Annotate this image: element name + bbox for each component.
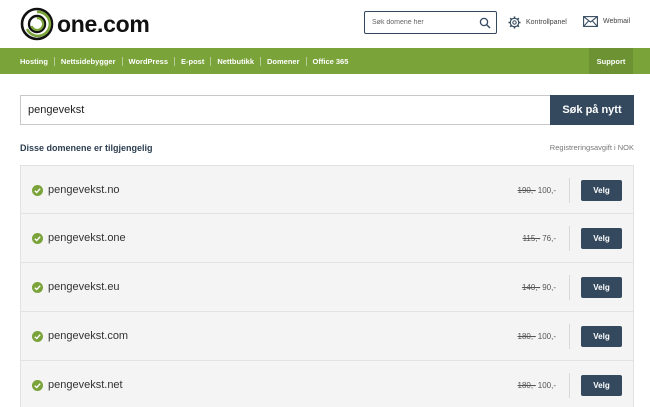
domain-name: pengevekst.net — [48, 379, 123, 391]
select-domain-button[interactable]: Velg — [581, 326, 622, 347]
old-price: 140,- — [521, 283, 541, 292]
logo-swirl-icon — [20, 7, 54, 41]
select-domain-button[interactable]: Velg — [581, 375, 622, 396]
webmail-label: Webmail — [603, 18, 631, 25]
nav-item-support[interactable]: Support — [589, 48, 633, 74]
domain-price: 180,- 100,- — [518, 332, 556, 341]
domain-search-bar: Søk på nytt — [20, 95, 634, 125]
available-check-icon — [32, 331, 43, 342]
domain-results-list: pengevekst.no 190,- 100,- Velg pengevekst… — [20, 165, 634, 407]
one-com-logo[interactable]: one.com — [20, 7, 150, 41]
domain-name: pengevekst.eu — [48, 281, 120, 293]
row-divider — [569, 373, 570, 398]
current-price: 100,- — [537, 332, 556, 341]
nav-item-office-365[interactable]: Office 365 — [305, 56, 355, 66]
row-divider — [569, 324, 570, 349]
search-again-button[interactable]: Søk på nytt — [550, 95, 634, 125]
logo-text: one.com — [57, 10, 150, 37]
old-price: 115,- — [522, 234, 541, 243]
row-divider — [569, 275, 570, 300]
domain-price: 140,- 90,- — [522, 283, 556, 292]
domain-price: 115,- 76,- — [523, 234, 556, 243]
registration-fee-note: Registreringsavgift i NOK — [549, 143, 634, 152]
nav-item-nettbutikk[interactable]: Nettbutikk — [210, 56, 260, 66]
nav-item-hosting[interactable]: Hosting — [20, 57, 54, 66]
header-search — [364, 11, 497, 34]
select-domain-button[interactable]: Velg — [581, 277, 622, 298]
domain-name: pengevekst.no — [48, 184, 120, 196]
available-check-icon — [32, 185, 43, 196]
domain-row: pengevekst.com 180,- 100,- Velg — [20, 312, 634, 361]
available-check-icon — [32, 380, 43, 391]
control-panel-label: Kontrollpanel — [526, 19, 567, 26]
current-price: 100,- — [537, 381, 556, 390]
domain-row: pengevekst.no 190,- 100,- Velg — [20, 165, 634, 214]
select-domain-button[interactable]: Velg — [581, 228, 622, 249]
available-check-icon — [32, 233, 43, 244]
available-domains-heading: Disse domenene er tilgjengelig — [20, 143, 153, 153]
select-domain-button[interactable]: Velg — [581, 180, 622, 201]
domain-name: pengevekst.one — [48, 232, 126, 244]
domain-row: pengevekst.one 115,- 76,- Velg — [20, 214, 634, 263]
domain-price: 190,- 100,- — [518, 186, 556, 195]
gear-icon — [508, 16, 521, 29]
site-header: one.com Kontrollpanel Webmail — [0, 0, 650, 48]
domain-name: pengevekst.com — [48, 330, 129, 342]
old-price: 180,- — [517, 332, 536, 341]
current-price: 76,- — [542, 234, 556, 243]
current-price: 90,- — [542, 283, 556, 292]
nav-item-wordpress[interactable]: WordPress — [121, 56, 174, 66]
domain-row: pengevekst.net 180,- 100,- Velg — [20, 361, 634, 407]
row-divider — [569, 226, 570, 251]
available-check-icon — [32, 282, 43, 293]
current-price: 100,- — [537, 186, 556, 195]
old-price: 190,- — [517, 186, 536, 195]
nav-item-e-post[interactable]: E-post — [174, 56, 210, 66]
main-nav: Hosting Nettsidebygger WordPress E-post … — [0, 48, 650, 74]
nav-item-nettsidebygger[interactable]: Nettsidebygger — [53, 56, 122, 66]
domain-row: pengevekst.eu 140,- 90,- Velg — [20, 263, 634, 312]
row-divider — [569, 178, 570, 203]
nav-item-domener[interactable]: Domener — [260, 56, 306, 66]
envelope-icon — [583, 16, 598, 27]
webmail-link[interactable]: Webmail — [583, 16, 630, 27]
domain-search-input[interactable] — [20, 95, 551, 125]
header-search-input[interactable] — [365, 12, 475, 33]
old-price: 180,- — [517, 381, 536, 390]
domain-price: 180,- 100,- — [518, 381, 556, 390]
search-icon[interactable] — [479, 17, 491, 29]
control-panel-link[interactable]: Kontrollpanel — [508, 16, 567, 29]
